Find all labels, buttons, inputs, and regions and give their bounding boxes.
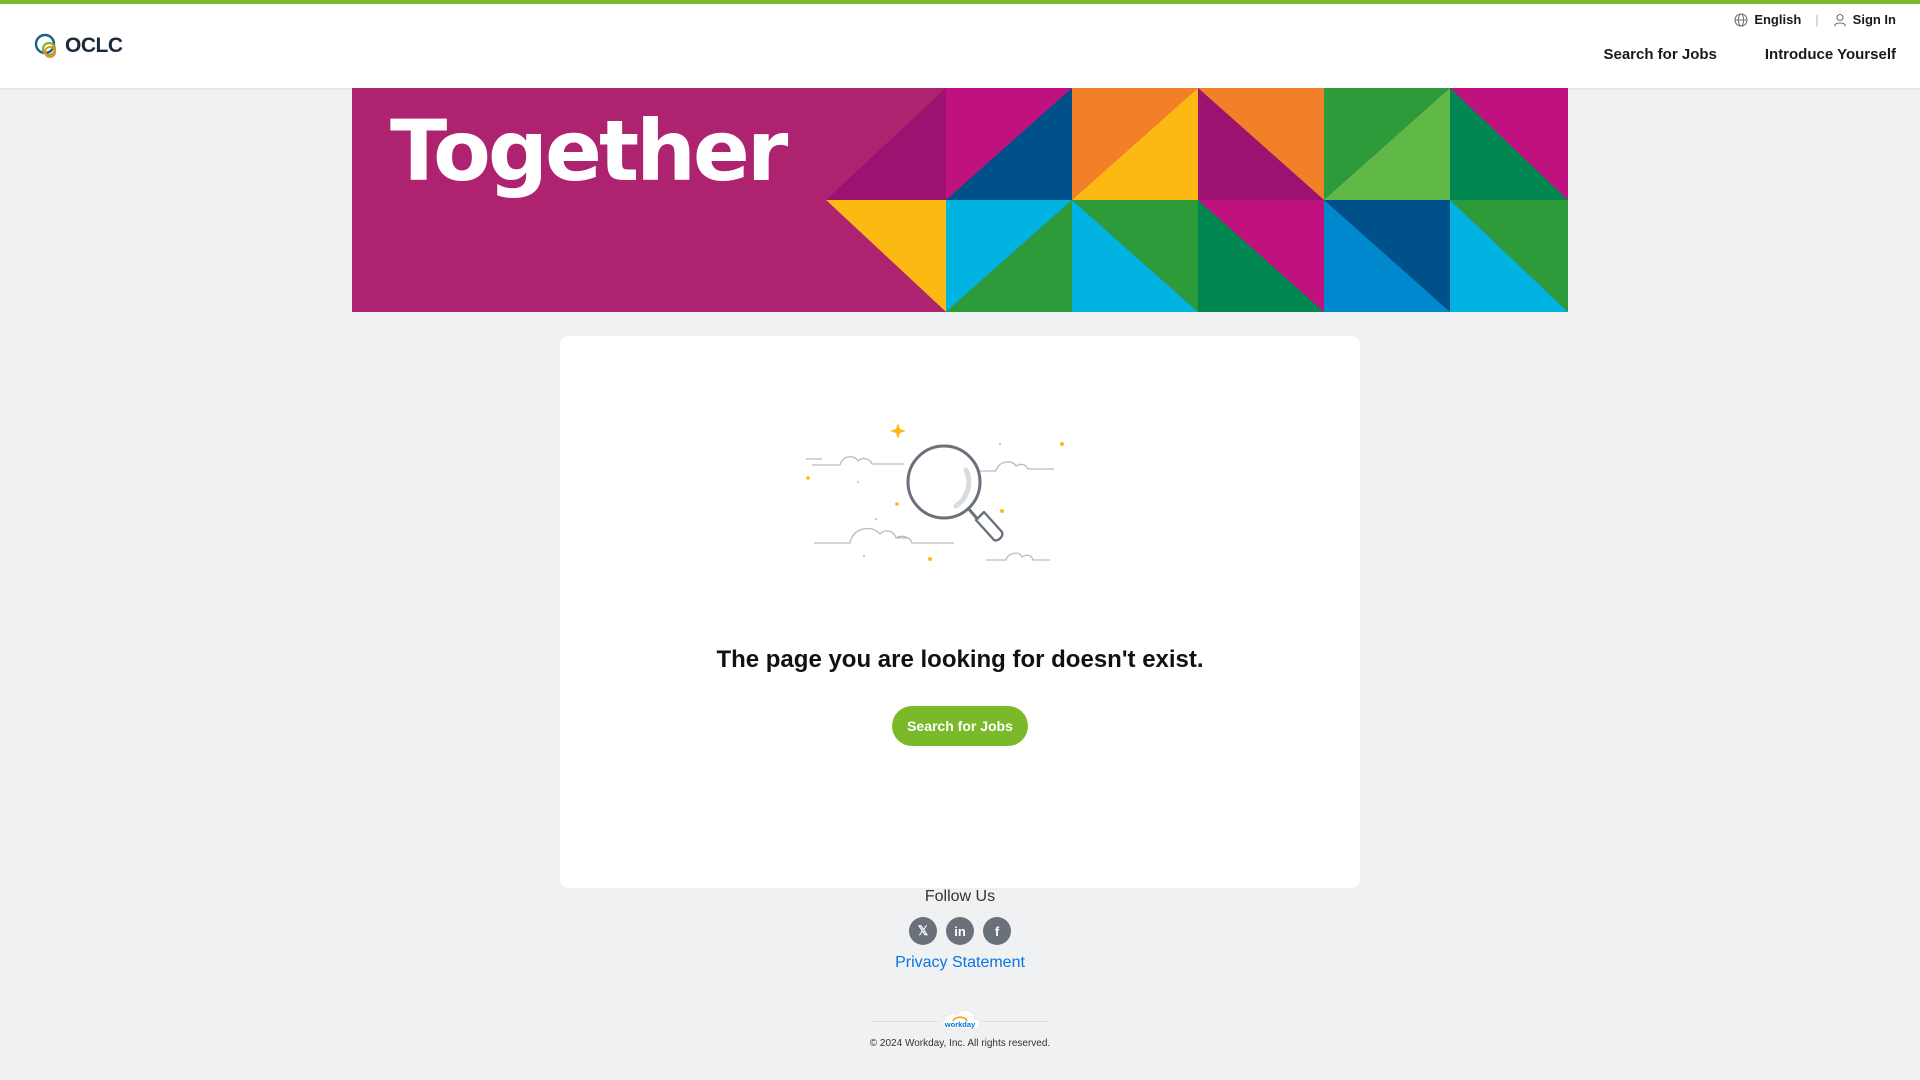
- x-icon[interactable]: 𝕏: [909, 917, 937, 945]
- top-header: OCLC English | Sign In Search for Jobs I…: [0, 0, 1920, 88]
- error-card: The page you are looking for doesn't exi…: [560, 336, 1360, 888]
- logo-text: OCLC: [65, 34, 123, 57]
- follow-us-label: Follow Us: [924, 888, 996, 905]
- utility-nav: English | Sign In: [1734, 12, 1896, 27]
- nav-introduce-yourself[interactable]: Introduce Yourself: [1765, 46, 1896, 63]
- utility-divider: |: [1815, 12, 1819, 27]
- social-links: 𝕏 in f: [909, 917, 1011, 945]
- globe-icon: [1734, 12, 1748, 27]
- search-for-jobs-button[interactable]: Search for Jobs: [892, 706, 1028, 746]
- workday-logo: workday: [942, 1009, 981, 1030]
- magnifying-glass-illustration-icon: [806, 423, 1064, 561]
- privacy-statement-link[interactable]: Privacy Statement: [0, 954, 1920, 972]
- hero-banner: Together: [352, 88, 1568, 312]
- linkedin-icon[interactable]: in: [946, 917, 974, 945]
- language-selector[interactable]: English: [1734, 12, 1801, 27]
- sign-in-link[interactable]: Sign In: [1833, 12, 1896, 27]
- main-nav: Search for Jobs Introduce Yourself: [1603, 46, 1896, 63]
- error-message: The page you are looking for doesn't exi…: [716, 646, 1204, 673]
- nav-search-for-jobs[interactable]: Search for Jobs: [1603, 46, 1716, 63]
- oclc-logo[interactable]: OCLC: [34, 32, 123, 60]
- footer-divider-left: [872, 1021, 938, 1022]
- user-icon: [1833, 13, 1846, 26]
- copyright-text: © 2024 Workday, Inc. All rights reserved…: [869, 1038, 1051, 1049]
- sign-in-label: Sign In: [1852, 12, 1896, 27]
- oclc-logo-mark-icon: [34, 33, 57, 58]
- language-label: English: [1754, 12, 1802, 27]
- workday-logo-text: workday: [944, 1020, 976, 1029]
- footer-divider-right: [982, 1021, 1048, 1022]
- facebook-icon[interactable]: f: [983, 917, 1011, 945]
- banner-title: Together: [390, 102, 788, 200]
